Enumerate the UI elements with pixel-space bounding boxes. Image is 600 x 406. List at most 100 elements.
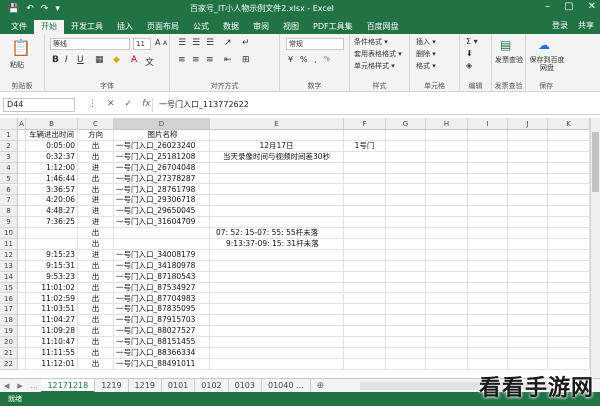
table-cell[interactable]	[426, 348, 468, 359]
table-cell[interactable]	[468, 249, 508, 261]
table-cell[interactable]	[18, 239, 26, 250]
table-cell[interactable]	[386, 304, 426, 316]
worksheet-grid[interactable]: A B C D E F G H I J K 1 车辆进出时间 方向 图片名称 2 0:05…	[0, 118, 600, 378]
row-header[interactable]: 15	[0, 282, 18, 294]
table-cell[interactable]	[508, 140, 548, 152]
table-cell[interactable]	[18, 184, 26, 196]
table-cell[interactable]	[468, 130, 508, 141]
table-cell[interactable]	[386, 206, 426, 218]
table-cell[interactable]: 一号门入口_87915703	[114, 315, 210, 327]
table-cell[interactable]	[344, 326, 386, 338]
table-cell[interactable]	[548, 184, 590, 196]
table-cell[interactable]	[548, 348, 590, 359]
row-header[interactable]: 22	[0, 358, 18, 370]
table-cell[interactable]	[468, 337, 508, 348]
tab-page-layout[interactable]: 页面布局	[140, 20, 186, 34]
row-header[interactable]: 12	[0, 249, 18, 261]
table-cell[interactable]	[210, 282, 344, 294]
table-cell[interactable]: 出	[78, 140, 114, 152]
tab-data[interactable]: 数据	[216, 20, 246, 34]
table-cell[interactable]	[468, 326, 508, 338]
tab-baidu-netdisk[interactable]: 百度网盘	[360, 20, 406, 34]
table-cell[interactable]: 出	[78, 228, 114, 239]
merge-center-icon[interactable]: ⊞	[242, 55, 250, 65]
table-cell[interactable]	[26, 228, 78, 239]
tab-review[interactable]: 审阅	[246, 20, 276, 34]
sheet-tab-01040[interactable]: 01040 ...	[262, 378, 311, 393]
table-cell[interactable]: 出	[78, 337, 114, 348]
column-header-e[interactable]: E	[210, 118, 344, 130]
table-cell[interactable]	[386, 282, 426, 294]
table-cell[interactable]	[426, 162, 468, 174]
column-header-d[interactable]: D	[114, 118, 210, 130]
table-cell[interactable]	[548, 249, 590, 261]
table-cell[interactable]	[210, 217, 344, 229]
column-header-j[interactable]: J	[508, 118, 548, 130]
table-cell[interactable]	[508, 130, 548, 141]
table-cell[interactable]: 图片名称	[114, 130, 210, 141]
tab-formulas[interactable]: 公式	[186, 20, 216, 34]
table-cell[interactable]	[468, 162, 508, 174]
table-cell[interactable]	[344, 130, 386, 141]
table-cell[interactable]: 一号门入口_87534927	[114, 282, 210, 294]
table-cell[interactable]	[386, 260, 426, 272]
row-header[interactable]: 3	[0, 151, 18, 163]
table-cell[interactable]: 出	[78, 239, 114, 250]
table-cell[interactable]: 4:20:06	[26, 195, 78, 207]
table-cell[interactable]	[386, 249, 426, 261]
align-bottom-icon[interactable]: ☰	[206, 38, 214, 48]
table-cell[interactable]	[210, 130, 344, 141]
table-cell[interactable]	[18, 348, 26, 359]
table-cell[interactable]	[426, 282, 468, 294]
table-cell[interactable]: 进	[78, 162, 114, 174]
table-cell[interactable]	[508, 304, 548, 316]
table-cell[interactable]: 车辆进出时间	[26, 130, 78, 141]
borders-icon[interactable]: ▦	[95, 55, 104, 65]
table-cell[interactable]	[386, 271, 426, 283]
table-cell[interactable]	[386, 151, 426, 163]
invoice-check-button[interactable]: 发票查验	[494, 56, 524, 64]
table-cell[interactable]: 11:03:51	[26, 304, 78, 316]
table-cell[interactable]: 进	[78, 195, 114, 207]
table-cell[interactable]: 一号门入口_34180978	[114, 260, 210, 272]
table-cell[interactable]: 一号门入口_29306718	[114, 195, 210, 207]
table-cell[interactable]	[508, 173, 548, 185]
row-header[interactable]: 20	[0, 337, 18, 348]
conditional-formatting-button[interactable]: 条件格式 ▾	[354, 37, 388, 47]
customize-qat-icon[interactable]: ▾	[55, 4, 60, 14]
sheet-nav-more[interactable]: ...	[27, 382, 42, 390]
table-cell[interactable]	[386, 195, 426, 207]
table-cell[interactable]	[18, 282, 26, 294]
name-box[interactable]: D44	[3, 98, 75, 112]
table-cell[interactable]	[468, 140, 508, 152]
table-cell[interactable]	[426, 206, 468, 218]
row-header[interactable]: 18	[0, 315, 18, 327]
table-cell[interactable]	[508, 326, 548, 338]
sheet-tab-1219[interactable]: 1219	[95, 378, 129, 393]
table-cell[interactable]: 一号门入口_28761798	[114, 184, 210, 196]
table-cell[interactable]	[508, 249, 548, 261]
wrap-text-icon[interactable]: ↵	[242, 38, 250, 48]
table-cell[interactable]: 11:11:55	[26, 348, 78, 359]
row-header[interactable]: 13	[0, 260, 18, 272]
increase-decimal-icon[interactable]: ⁰₀	[324, 55, 330, 63]
table-cell[interactable]	[386, 184, 426, 196]
table-cell[interactable]: 一号门入口_29650045	[114, 206, 210, 218]
table-cell[interactable]: 9:15:31	[26, 260, 78, 272]
column-header-i[interactable]: I	[468, 118, 508, 130]
column-header-b[interactable]: B	[26, 118, 78, 130]
table-cell[interactable]	[426, 249, 468, 261]
select-all-corner[interactable]	[0, 118, 18, 130]
cloud-save-icon[interactable]: ☁	[538, 38, 550, 52]
vertical-scroll-thumb[interactable]	[592, 132, 599, 192]
share-button[interactable]: 共享	[578, 20, 594, 31]
table-cell[interactable]	[468, 151, 508, 163]
table-cell[interactable]	[210, 195, 344, 207]
row-header[interactable]: 10	[0, 228, 18, 239]
redo-icon[interactable]: ↷	[41, 4, 49, 14]
undo-icon[interactable]: ↶	[26, 4, 34, 14]
column-header-c[interactable]: C	[78, 118, 114, 130]
table-cell[interactable]	[18, 195, 26, 207]
table-cell[interactable]: 一号门入口_27378287	[114, 173, 210, 185]
table-cell[interactable]: 一号门入口_88491011	[114, 358, 210, 370]
